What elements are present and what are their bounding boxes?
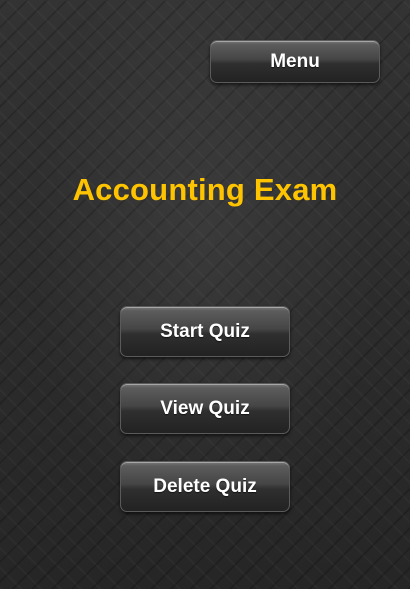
start-quiz-label: Start Quiz — [160, 320, 250, 342]
view-quiz-label: View Quiz — [160, 397, 250, 419]
menu-button-label: Menu — [270, 50, 320, 72]
delete-quiz-button[interactable]: Delete Quiz — [120, 461, 290, 512]
delete-quiz-label: Delete Quiz — [153, 475, 257, 497]
view-quiz-button[interactable]: View Quiz — [120, 383, 290, 434]
app-screen: Menu Accounting Exam Start Quiz View Qui… — [0, 0, 410, 589]
menu-button[interactable]: Menu — [210, 40, 380, 83]
start-quiz-button[interactable]: Start Quiz — [120, 306, 290, 357]
page-title: Accounting Exam — [72, 172, 338, 207]
